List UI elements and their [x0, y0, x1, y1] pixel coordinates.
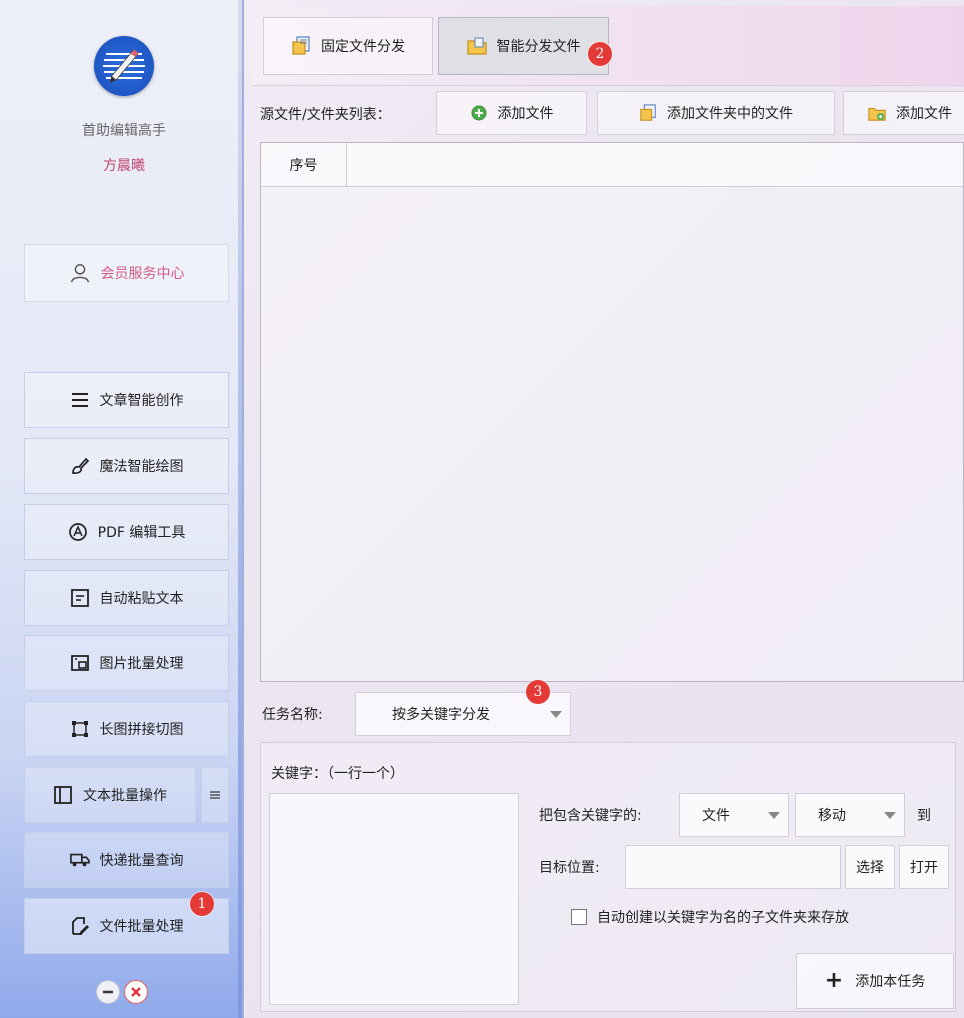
nav-image-batch[interactable]: 图片批量处理	[24, 635, 229, 691]
text-panel-icon	[54, 786, 72, 804]
add-folder-label: 添加文件	[896, 106, 952, 122]
step-badge-3: 3	[526, 680, 550, 704]
document-icon	[292, 36, 310, 55]
pdf-icon	[68, 523, 87, 541]
sidebar: 首助编辑高手 方晨曦 会员服务中心 文章智能创作 魔法智能绘图 PDF 编辑工具…	[0, 0, 244, 1018]
contains-keyword-label: 把包含关键字的:	[539, 808, 642, 824]
keywords-textarea[interactable]	[269, 793, 519, 1005]
member-center-button[interactable]: 会员服务中心	[24, 244, 229, 302]
target-location-input[interactable]	[625, 845, 841, 889]
crop-icon	[71, 721, 88, 737]
nav-label: 文章智能创作	[99, 393, 184, 409]
add-folder-files-button[interactable]: 添加文件夹中的文件	[597, 91, 835, 135]
add-folder-button[interactable]: 添加文件	[843, 91, 964, 135]
close-icon	[131, 987, 141, 997]
nav-label: 快递批量查询	[99, 853, 184, 869]
task-name-label: 任务名称:	[262, 707, 323, 723]
member-center-label: 会员服务中心	[100, 266, 185, 282]
chevron-down-icon	[550, 711, 562, 718]
file-edit-icon	[71, 917, 89, 935]
tab-label: 固定文件分发	[321, 39, 405, 55]
source-file-table[interactable]: 序号	[260, 142, 964, 682]
add-file-label: 添加文件	[497, 106, 554, 122]
open-button[interactable]: 打开	[899, 845, 949, 889]
menu-icon	[210, 791, 220, 799]
app-name: 首助编辑高手	[82, 123, 166, 139]
add-folder-files-label: 添加文件夹中的文件	[667, 106, 793, 122]
minus-icon	[103, 990, 113, 994]
user-name[interactable]: 方晨曦	[0, 155, 248, 175]
nav-text-batch[interactable]: 文本批量操作	[24, 767, 196, 823]
minimize-button[interactable]	[96, 980, 120, 1004]
auto-create-option[interactable]: 自动创建以关键字为名的子文件夹来存放	[571, 907, 849, 927]
choose-button[interactable]: 选择	[845, 845, 895, 889]
nav-label: 魔法智能绘图	[99, 459, 184, 475]
notepad-pen-icon	[103, 49, 145, 83]
source-toolbar: 源文件/文件夹列表： 添加文件 添加文件夹中的文件 添加文件	[252, 86, 964, 140]
nav-label: 文件批量处理	[99, 919, 184, 935]
nav-pdf-tools[interactable]: PDF 编辑工具	[24, 504, 229, 560]
nav-label: 图片批量处理	[99, 656, 184, 672]
nav-magic-drawing[interactable]: 魔法智能绘图	[24, 438, 229, 494]
table-header: 序号	[261, 143, 963, 187]
plus-icon: +	[824, 968, 844, 993]
step-badge-1: 1	[190, 892, 214, 916]
folder-icon	[466, 37, 487, 55]
folder-add-icon	[868, 107, 886, 121]
nav-auto-paste[interactable]: 自动粘贴文本	[24, 570, 229, 626]
source-list-label: 源文件/文件夹列表：	[260, 107, 391, 123]
add-file-button[interactable]: 添加文件	[436, 91, 587, 135]
to-label: 到	[917, 808, 931, 824]
nav-express-query[interactable]: 快递批量查询	[24, 832, 229, 888]
nav-long-image[interactable]: 长图拼接切图	[24, 701, 229, 757]
document-icon	[640, 104, 656, 121]
add-circle-icon	[471, 105, 486, 121]
add-task-label: 添加本任务	[855, 974, 926, 990]
truck-icon	[69, 853, 90, 867]
paste-icon	[70, 589, 89, 607]
target-type-select[interactable]: 文件	[679, 793, 789, 837]
task-row: 任务名称: 按多关键字分发 3	[260, 680, 964, 738]
brush-icon	[71, 457, 89, 475]
text-batch-menu-button[interactable]	[201, 767, 229, 823]
auto-create-label: 自动创建以关键字为名的子文件夹来存放	[597, 910, 849, 926]
app-logo	[94, 36, 154, 96]
image-icon	[70, 655, 89, 671]
auto-create-checkbox[interactable]	[571, 909, 587, 925]
add-task-button[interactable]: + 添加本任务	[796, 953, 954, 1009]
column-index[interactable]: 序号	[261, 143, 347, 186]
tab-label: 智能分发文件	[496, 39, 581, 55]
action-value: 移动	[818, 808, 846, 824]
target-location-label: 目标位置:	[539, 860, 600, 876]
step-badge-2: 2	[588, 42, 612, 66]
nav-label: 自动粘贴文本	[99, 591, 184, 607]
tab-fixed-distribute[interactable]: 固定文件分发	[263, 17, 433, 75]
target-type-value: 文件	[702, 808, 730, 824]
tabs-bar: 固定文件分发 智能分发文件 2	[252, 6, 964, 86]
tab-smart-distribute[interactable]: 智能分发文件	[438, 17, 609, 75]
nav-article-creation[interactable]: 文章智能创作	[24, 372, 229, 428]
chevron-down-icon	[768, 812, 780, 819]
chevron-down-icon	[884, 812, 896, 819]
close-button[interactable]	[124, 980, 148, 1004]
nav-label: 长图拼接切图	[99, 722, 184, 738]
action-select[interactable]: 移动	[795, 793, 905, 837]
keyword-rule-panel: 关键字：（一行一个） 把包含关键字的: 文件 移动 到 目标位置: 选择 打开 …	[260, 742, 956, 1012]
list-icon	[71, 393, 88, 407]
keywords-label: 关键字：（一行一个）	[271, 766, 404, 782]
nav-label: PDF 编辑工具	[97, 525, 186, 541]
nav-label: 文本批量操作	[83, 788, 167, 804]
task-name-value: 按多关键字分发	[392, 707, 490, 723]
user-icon	[70, 264, 89, 283]
window-controls	[96, 980, 148, 1004]
